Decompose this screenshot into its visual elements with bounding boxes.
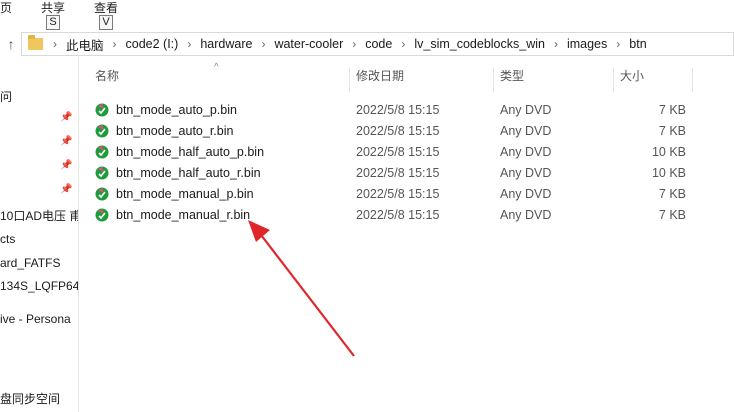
nav-item[interactable]: cts [0, 232, 15, 246]
file-row[interactable]: btn_mode_half_auto_p.bin 2022/5/8 15:15 … [90, 142, 690, 163]
column-header-name[interactable]: 名称 [95, 67, 119, 93]
file-type-icon [95, 187, 109, 201]
nav-item[interactable]: 盘同步空间 [0, 390, 60, 407]
chevron-right-icon[interactable]: › [261, 37, 265, 51]
file-type: Any DVD [500, 124, 552, 138]
up-arrow-icon[interactable]: ↑ [2, 34, 20, 54]
chevron-right-icon[interactable]: › [352, 37, 356, 51]
chevron-right-icon[interactable]: › [401, 37, 405, 51]
pin-icon[interactable]: 📌 [60, 112, 72, 123]
address-bar[interactable]: › 此电脑 › code2 (I:) › hardware › water-co… [21, 32, 734, 56]
navigation-pane: 问 📌 📌 📌 📌 10口AD电压 甫 cts ard_FATFS 134S_L… [0, 56, 79, 412]
file-size: 10 KB [651, 166, 686, 180]
file-type-icon [95, 124, 109, 138]
breadcrumb-images[interactable]: images [567, 37, 607, 51]
nav-item[interactable]: 10口AD电压 甫 [0, 207, 78, 224]
breadcrumb-water-cooler[interactable]: water-cooler [274, 37, 343, 51]
breadcrumb-btn[interactable]: btn [629, 37, 646, 51]
file-date: 2022/5/8 15:15 [356, 145, 440, 159]
ribbon: 页 共享 S 查看 V [0, 0, 734, 32]
ribbon-tab-page[interactable]: 页 [0, 0, 12, 16]
file-type-icon [95, 145, 109, 159]
file-name: btn_mode_manual_r.bin [116, 208, 251, 222]
sort-ascending-icon[interactable]: ^ [214, 62, 219, 73]
file-size: 7 KB [658, 103, 686, 117]
breadcrumb-code[interactable]: code [365, 37, 392, 51]
file-size: 10 KB [651, 145, 686, 159]
nav-item[interactable]: 问 [0, 88, 12, 105]
file-date: 2022/5/8 15:15 [356, 208, 440, 222]
breadcrumb-hardware[interactable]: hardware [200, 37, 252, 51]
file-name: btn_mode_auto_p.bin [116, 103, 237, 117]
file-name: btn_mode_half_auto_p.bin [116, 145, 265, 159]
chevron-right-icon[interactable]: › [616, 37, 620, 51]
column-divider[interactable] [349, 68, 350, 92]
column-divider[interactable] [493, 68, 494, 92]
file-date: 2022/5/8 15:15 [356, 124, 440, 138]
column-divider[interactable] [613, 68, 614, 92]
shortcut-key-share: S [46, 15, 60, 30]
chevron-right-icon[interactable]: › [53, 37, 57, 51]
column-divider[interactable] [692, 68, 693, 92]
file-name: btn_mode_auto_r.bin [116, 124, 234, 138]
ribbon-tab-view[interactable]: 查看 [94, 0, 118, 16]
file-row[interactable]: btn_mode_manual_r.bin 2022/5/8 15:15 Any… [90, 205, 690, 226]
file-row[interactable]: btn_mode_auto_r.bin 2022/5/8 15:15 Any D… [90, 121, 690, 142]
file-size: 7 KB [658, 208, 686, 222]
column-header-type[interactable]: 类型 [500, 67, 524, 93]
column-header-date[interactable]: 修改日期 [356, 67, 404, 93]
chevron-right-icon[interactable]: › [113, 37, 117, 51]
pin-icon[interactable]: 📌 [60, 184, 72, 195]
file-type: Any DVD [500, 166, 552, 180]
folder-icon [28, 35, 43, 50]
file-date: 2022/5/8 15:15 [356, 187, 440, 201]
nav-item[interactable]: ard_FATFS [0, 256, 60, 270]
breadcrumb-drive[interactable]: code2 (I:) [126, 37, 179, 51]
shortcut-key-view: V [99, 15, 113, 30]
file-row[interactable]: btn_mode_half_auto_r.bin 2022/5/8 15:15 … [90, 163, 690, 184]
file-type: Any DVD [500, 208, 552, 222]
nav-item[interactable]: ive - Persona [0, 312, 71, 326]
file-size: 7 KB [658, 124, 686, 138]
pin-icon[interactable]: 📌 [60, 136, 72, 147]
file-name: btn_mode_manual_p.bin [116, 187, 254, 201]
file-name: btn_mode_half_auto_r.bin [116, 166, 261, 180]
breadcrumb-this-pc[interactable]: 此电脑 [66, 35, 104, 54]
file-date: 2022/5/8 15:15 [356, 103, 440, 117]
file-size: 7 KB [658, 187, 686, 201]
file-type-icon [95, 166, 109, 180]
chevron-right-icon[interactable]: › [554, 37, 558, 51]
file-type-icon [95, 208, 109, 222]
file-row[interactable]: btn_mode_auto_p.bin 2022/5/8 15:15 Any D… [90, 100, 690, 121]
file-date: 2022/5/8 15:15 [356, 166, 440, 180]
file-type: Any DVD [500, 103, 552, 117]
file-type-icon [95, 103, 109, 117]
ribbon-tab-share[interactable]: 共享 [41, 0, 65, 16]
chevron-right-icon[interactable]: › [187, 37, 191, 51]
file-type: Any DVD [500, 187, 552, 201]
file-row[interactable]: btn_mode_manual_p.bin 2022/5/8 15:15 Any… [90, 184, 690, 205]
breadcrumb-lv-sim[interactable]: lv_sim_codeblocks_win [414, 37, 545, 51]
file-type: Any DVD [500, 145, 552, 159]
pin-icon[interactable]: 📌 [60, 160, 72, 171]
nav-item[interactable]: 134S_LQFP64_ [0, 279, 78, 293]
column-header-size[interactable]: 大小 [620, 67, 644, 93]
